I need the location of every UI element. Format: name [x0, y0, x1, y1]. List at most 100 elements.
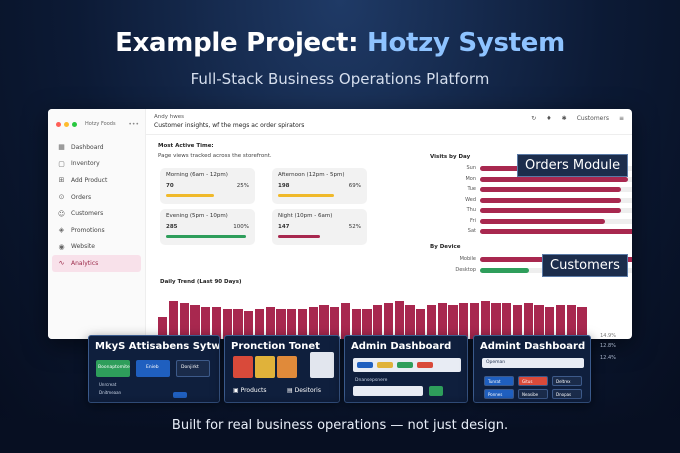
- by-device-title: By Device: [430, 244, 461, 250]
- day-bar: [480, 218, 605, 224]
- device-label: Desktop: [455, 267, 476, 273]
- hero-title-prefix: Example Project:: [115, 28, 367, 58]
- day-label: Thu: [466, 207, 476, 213]
- avatar: [277, 356, 297, 378]
- sidebar-item-label: Orders: [71, 193, 92, 201]
- visits-by-day-title: Visits by Day: [430, 154, 471, 160]
- sidebar-item-website[interactable]: ◉ Website: [52, 239, 141, 256]
- thumb-title: Pronction Tonet: [231, 341, 320, 352]
- sidebar-item-dashboard[interactable]: ▦ Dashboard: [52, 139, 141, 156]
- trend-bar: [480, 301, 490, 339]
- trend-bar: [523, 303, 533, 339]
- thumb-link-label: Products: [240, 387, 267, 394]
- sidebar-item-promotions[interactable]: ◈ Promotions: [52, 222, 141, 239]
- day-bar: [480, 187, 622, 192]
- time-card-value: 198: [278, 183, 290, 189]
- thumb-stat-chip: [357, 362, 373, 368]
- day-bar-track: [480, 208, 632, 213]
- settings-icon[interactable]: ✱: [562, 115, 567, 122]
- sidebar-item-label: Inventory: [71, 160, 100, 168]
- day-label: Sun: [466, 165, 476, 171]
- thumb-stat-chip: [417, 362, 433, 368]
- trend-bar: [340, 303, 350, 339]
- app-name: Hotzy Foods: [85, 121, 116, 127]
- trend-bar: [319, 305, 329, 339]
- time-card-evening: Evening (5pm - 10pm) 285 100%: [160, 209, 255, 245]
- menu-icon[interactable]: ≡: [619, 115, 624, 122]
- thumb-promotion-tonet[interactable]: Pronction Tonet ▣ Products ▤ Desitoris: [224, 335, 340, 403]
- bell-icon[interactable]: ♦: [546, 115, 551, 122]
- topbar-description: Customer insights, wf the megs ac order …: [154, 122, 305, 129]
- app-window: Hotzy Foods ••• ▦ Dashboard ▢ Inventory ⊞ A…: [48, 109, 632, 339]
- hero-title-accent: Hotzy System: [366, 28, 565, 58]
- avatar: [233, 356, 253, 378]
- thumb-tile-label: Gitus: [522, 379, 533, 384]
- trend-bar: [179, 303, 189, 339]
- thumb-button-label: Enieb: [146, 365, 159, 370]
- sidebar-item-analytics[interactable]: ∿ Analytics: [52, 255, 141, 272]
- time-card-label: Morning (6am - 12pm): [166, 172, 228, 178]
- time-card-bar: [278, 194, 334, 197]
- tag-icon: ◈: [58, 226, 65, 235]
- thumb-admin-dashboard[interactable]: Admin Dashboard Dnansepsnere: [344, 335, 468, 403]
- thumb-caption: Dnansepsnere: [355, 378, 388, 383]
- day-bar-track: [480, 187, 632, 192]
- time-card-value: 70: [166, 183, 174, 189]
- time-card-morning: Morning (6am - 12pm) 70 25%: [160, 168, 255, 204]
- time-card-percent: 25%: [236, 183, 249, 189]
- time-card-percent: 69%: [348, 183, 361, 189]
- sidebar-item-inventory[interactable]: ▢ Inventory: [52, 156, 141, 173]
- hero-subtitle: Full-Stack Business Operations Platform: [190, 70, 490, 88]
- sidebar-item-label: Promotions: [71, 226, 105, 234]
- maximize-dot[interactable]: [72, 121, 77, 127]
- thumb-admint-dashboard[interactable]: Admint Dashboard Opeman Tunrat Gitus Deltr…: [473, 335, 591, 403]
- main-content: Andy hwes Customer insights, wf the megs…: [146, 109, 632, 339]
- sidebar-item-label: Website: [71, 243, 95, 251]
- device-bar: [480, 268, 530, 273]
- time-card-afternoon: Afternoon (12pm - 5pm) 198 69%: [272, 168, 367, 204]
- day-label: Fri: [470, 217, 476, 224]
- daily-trend-title: Daily Trend (Last 90 Days): [160, 279, 242, 285]
- trend-bar: [405, 305, 415, 339]
- chart-icon: ∿: [58, 259, 65, 268]
- thumb-title: Admint Dashboard: [480, 341, 586, 352]
- time-card-night: Night (10pm - 6am) 147 52%: [272, 209, 367, 245]
- thumb-link-products[interactable]: ▣ Products: [233, 387, 267, 394]
- active-time-title: Most Active Time:: [158, 143, 214, 149]
- close-dot[interactable]: [56, 121, 61, 127]
- callout-orders-module: Orders Module: [517, 154, 629, 177]
- trend-bar: [373, 305, 383, 339]
- users-icon: ☺: [57, 209, 66, 218]
- thumb-stat-chip: [397, 362, 413, 368]
- time-card-percent: 100%: [233, 224, 249, 230]
- time-card-label: Night (10pm - 6am): [278, 213, 333, 219]
- thumb-tab: Opeman: [486, 360, 506, 365]
- trend-bar: [168, 301, 178, 339]
- ellipsis-icon[interactable]: •••: [128, 121, 139, 128]
- avatar: [255, 356, 275, 378]
- trend-bar: [555, 305, 565, 339]
- trend-bar: [469, 303, 479, 339]
- trend-percent: 14.9%: [600, 333, 616, 339]
- thumb-link-desitoris[interactable]: ▤ Desitoris: [287, 387, 321, 394]
- sidebar-item-customers[interactable]: ☺ Customers: [52, 205, 141, 222]
- thumb-attisabens-system[interactable]: MkyS Attisabens Sytwn Boonaptomite Enieb…: [88, 335, 220, 403]
- thumb-title: Admin Dashboard: [351, 341, 452, 352]
- sidebar-item-add-product[interactable]: ⊞ Add Product: [52, 172, 141, 189]
- day-bar-track: [480, 218, 632, 224]
- trend-percent: 12.4%: [600, 355, 616, 361]
- minimize-dot[interactable]: [64, 121, 69, 127]
- refresh-icon[interactable]: ↻: [531, 115, 536, 122]
- trend-bar: [512, 305, 522, 339]
- globe-icon: ◉: [58, 242, 65, 251]
- trend-bar: [502, 303, 512, 339]
- sidebar-item-orders[interactable]: ⊙ Orders: [52, 189, 141, 206]
- thumb-tile: Deltrex: [552, 376, 582, 386]
- thumb-tile-label: Deltrex: [556, 379, 571, 384]
- time-card-label: Afternoon (12pm - 5pm): [278, 172, 345, 178]
- thumb-button-label: Boonaptomite: [98, 365, 130, 370]
- day-label: Sat: [467, 228, 476, 234]
- customers-link[interactable]: Customers: [577, 115, 609, 122]
- trend-bar: [437, 303, 447, 339]
- sidebar-item-label: Dashboard: [71, 143, 104, 151]
